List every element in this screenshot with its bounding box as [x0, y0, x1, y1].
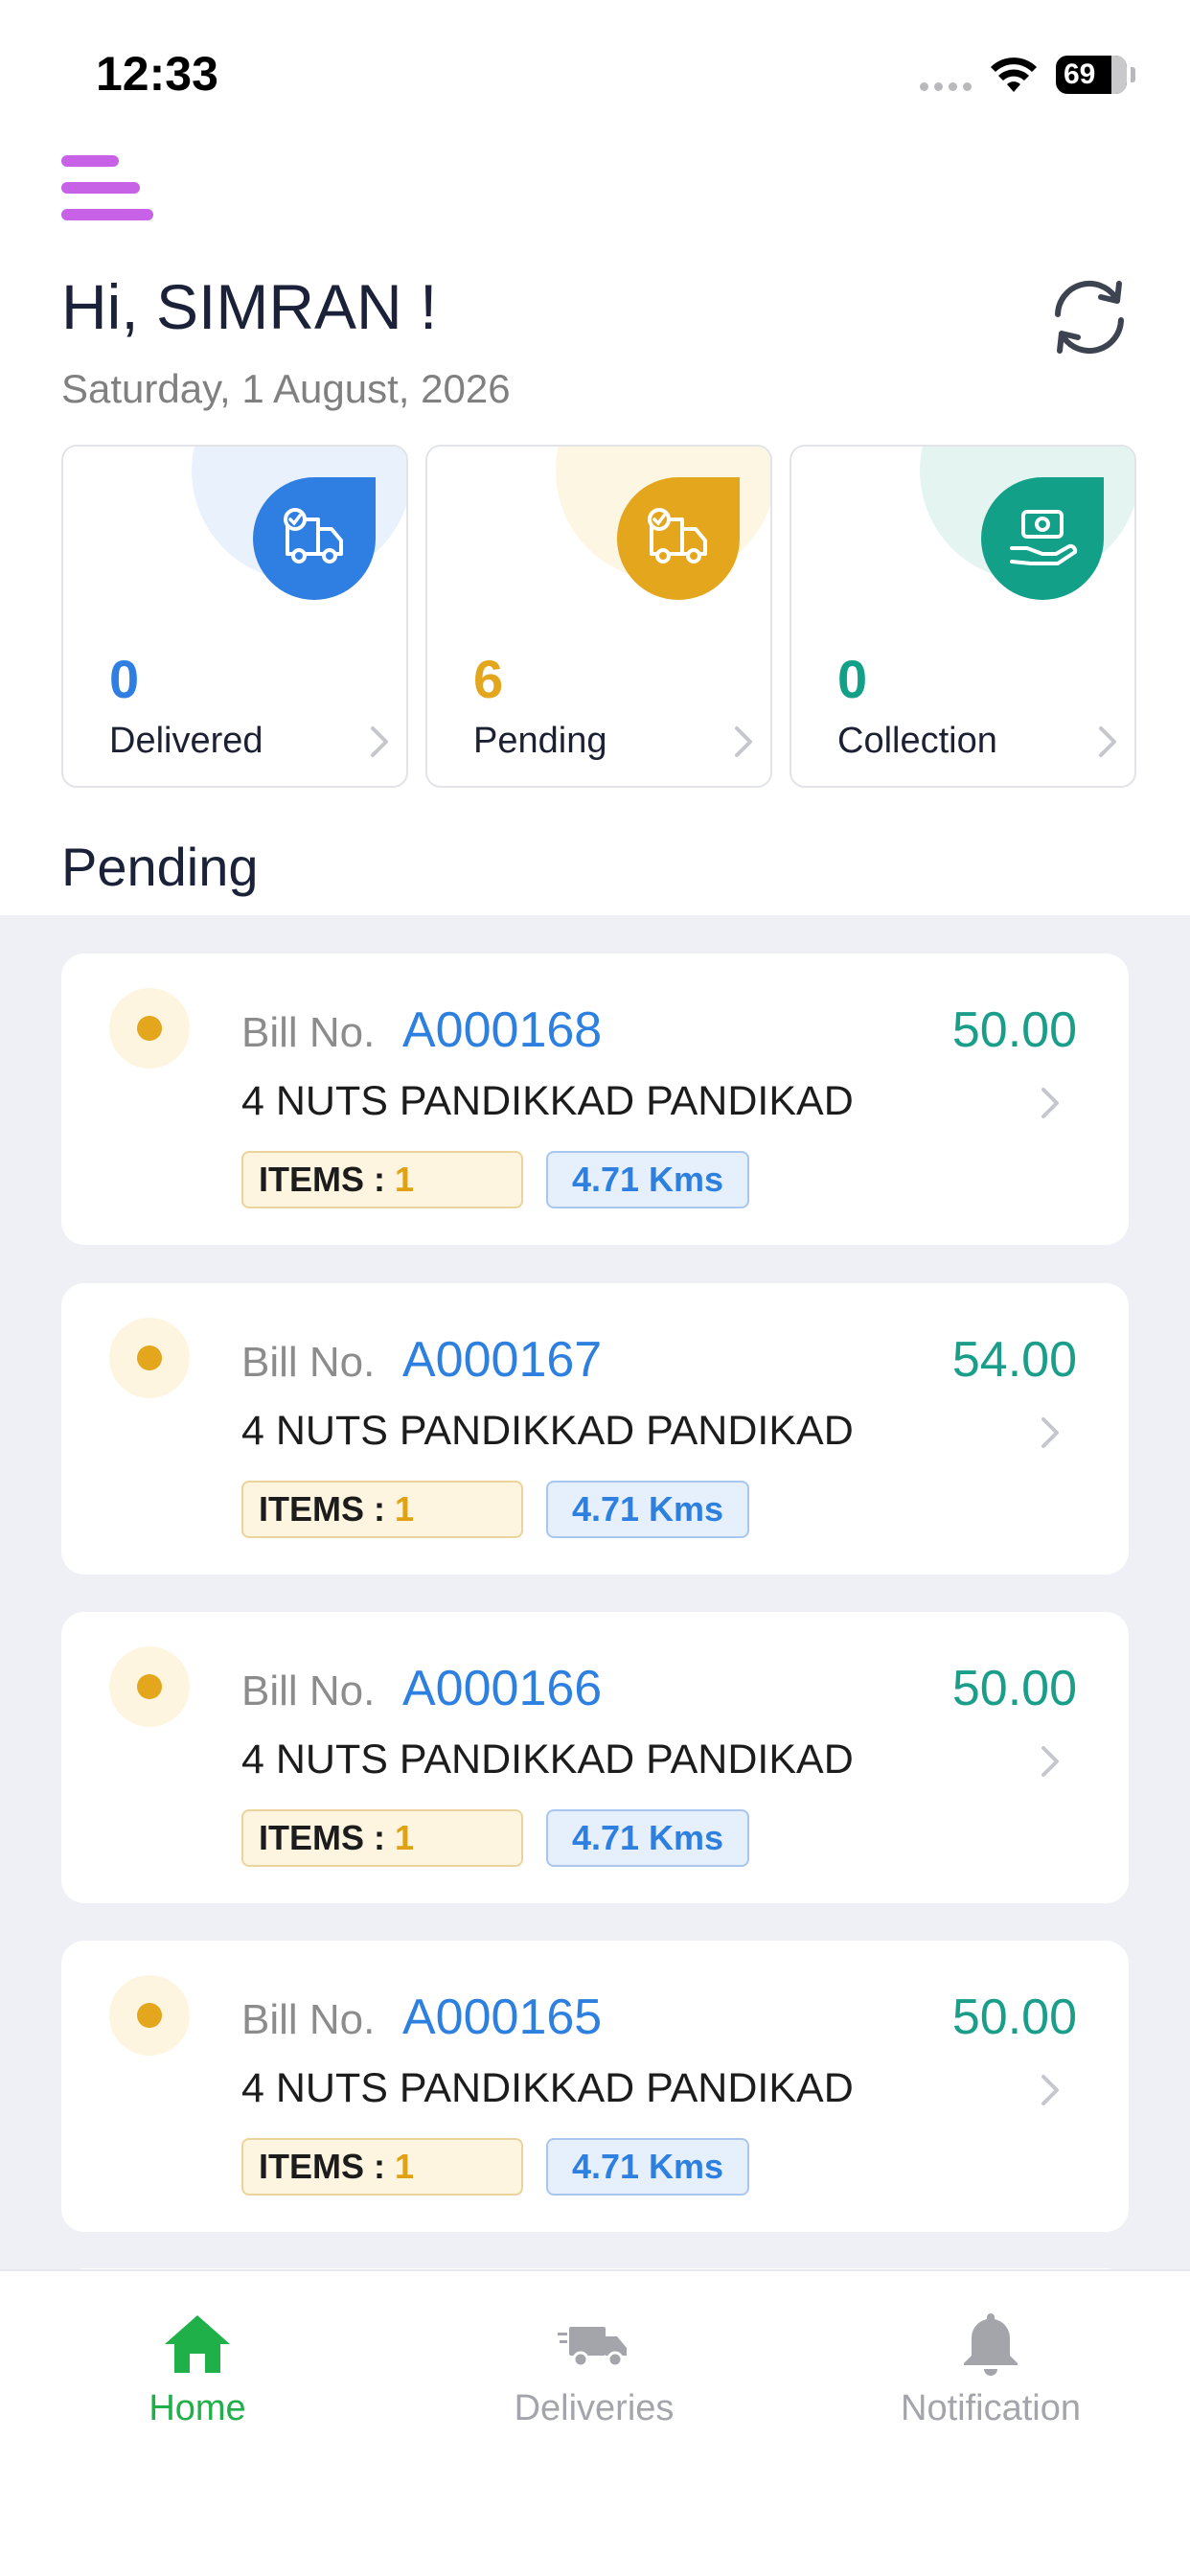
pending-orders-list[interactable]: Bill No. A000168 50.00 4 NUTS PANDIKKAD … — [0, 915, 1190, 2271]
distance-badge: 4.71 Kms — [546, 1151, 749, 1208]
bill-amount: 50.00 — [951, 1661, 1077, 1716]
customer-name: 4 NUTS PANDIKKAD PANDIKAD — [241, 1736, 854, 1782]
order-card[interactable]: Bill No. A000167 54.00 4 NUTS PANDIKKAD … — [61, 1283, 1129, 1575]
chevron-right-icon — [735, 726, 752, 757]
status-time: 12:33 — [96, 47, 218, 101]
chevron-right-icon — [1041, 1417, 1059, 1448]
items-label: ITEMS : — [259, 2147, 385, 2186]
battery-icon: 69 — [1056, 56, 1127, 94]
bill-number: A000166 — [402, 1661, 603, 1716]
items-badge: ITEMS : 1 — [241, 1151, 523, 1208]
items-label: ITEMS : — [259, 1489, 385, 1529]
pending-status-icon — [109, 988, 190, 1069]
bottom-navigation: Home Deliveries Notification — [0, 2269, 1190, 2576]
pending-truck-icon — [617, 477, 740, 600]
nav-label: Notification — [901, 2388, 1081, 2428]
items-count: 1 — [395, 1489, 415, 1529]
stat-label: Collection — [837, 721, 997, 761]
items-count: 1 — [395, 1160, 415, 1199]
stat-card-collection[interactable]: 0 Collection — [790, 445, 1136, 788]
status-bar: 12:33 69 — [0, 0, 1190, 144]
stat-value: 0 — [109, 649, 140, 709]
items-count: 1 — [395, 2147, 415, 2186]
section-title: Pending — [61, 837, 259, 897]
items-badge: ITEMS : 1 — [241, 2138, 523, 2196]
bill-number: A000168 — [402, 1002, 603, 1058]
customer-name: 4 NUTS PANDIKKAD PANDIKAD — [241, 2065, 854, 2111]
stat-value: 0 — [837, 649, 868, 709]
bill-amount: 54.00 — [951, 1332, 1077, 1388]
items-label: ITEMS : — [259, 1818, 385, 1857]
pending-status-icon — [109, 1646, 190, 1727]
stat-label: Pending — [473, 721, 607, 761]
nav-deliveries[interactable]: Deliveries — [450, 2310, 738, 2463]
chevron-right-icon — [371, 726, 388, 757]
order-card[interactable]: Bill No. A000168 50.00 4 NUTS PANDIKKAD … — [61, 954, 1129, 1245]
bill-amount: 50.00 — [951, 1990, 1077, 2045]
chevron-right-icon — [1041, 2075, 1059, 2105]
customer-name: 4 NUTS PANDIKKAD PANDIKAD — [241, 1408, 854, 1454]
nav-label: Home — [149, 2388, 246, 2428]
delivery-truck-icon — [558, 2327, 627, 2368]
chevron-right-icon — [1041, 1088, 1059, 1118]
stat-card-pending[interactable]: 6 Pending — [425, 445, 772, 788]
order-card[interactable]: Bill No. A000166 50.00 4 NUTS PANDIKKAD … — [61, 1612, 1129, 1903]
chevron-right-icon — [1041, 1746, 1059, 1777]
items-badge: ITEMS : 1 — [241, 1809, 523, 1867]
stat-label: Delivered — [109, 721, 263, 761]
battery-cap — [1131, 67, 1135, 82]
items-count: 1 — [395, 1818, 415, 1857]
current-date: Saturday, 1 August, 2026 — [61, 366, 511, 411]
home-icon — [165, 2315, 230, 2373]
distance-badge: 4.71 Kms — [546, 2138, 749, 2196]
wifi-icon — [991, 58, 1037, 92]
pending-status-icon — [109, 1318, 190, 1398]
chevron-right-icon — [1099, 726, 1116, 757]
bill-label: Bill No. — [241, 1668, 376, 1714]
pending-status-icon — [109, 1975, 190, 2056]
order-card[interactable]: Bill No. A000165 50.00 4 NUTS PANDIKKAD … — [61, 1941, 1129, 2232]
bill-amount: 50.00 — [951, 1002, 1077, 1058]
bill-label: Bill No. — [241, 1996, 376, 2043]
stat-value: 6 — [473, 649, 504, 709]
cash-hand-icon — [981, 477, 1104, 600]
hamburger-menu-icon[interactable] — [61, 153, 153, 224]
greeting-title: Hi, SIMRAN ! — [61, 271, 438, 342]
delivery-truck-check-icon — [253, 477, 376, 600]
distance-badge: 4.71 Kms — [546, 1809, 749, 1867]
items-label: ITEMS : — [259, 1160, 385, 1199]
stat-card-delivered[interactable]: 0 Delivered — [61, 445, 408, 788]
customer-name: 4 NUTS PANDIKKAD PANDIKAD — [241, 1078, 854, 1124]
distance-badge: 4.71 Kms — [546, 1481, 749, 1538]
bill-number: A000165 — [402, 1990, 603, 2045]
bill-number: A000167 — [402, 1332, 603, 1388]
bill-label: Bill No. — [241, 1339, 376, 1386]
cellular-signal-icon — [920, 82, 972, 91]
battery-level: 69 — [1064, 58, 1096, 90]
home-screen: 12:33 69 Hi, SIMRAN ! Saturday, 1 August… — [0, 0, 1190, 2576]
refresh-icon[interactable] — [1046, 274, 1133, 360]
bell-icon — [964, 2313, 1018, 2376]
nav-label: Deliveries — [514, 2388, 675, 2428]
items-badge: ITEMS : 1 — [241, 1481, 523, 1538]
nav-notification[interactable]: Notification — [847, 2310, 1134, 2463]
nav-home[interactable]: Home — [54, 2310, 341, 2463]
bill-label: Bill No. — [241, 1009, 376, 1056]
